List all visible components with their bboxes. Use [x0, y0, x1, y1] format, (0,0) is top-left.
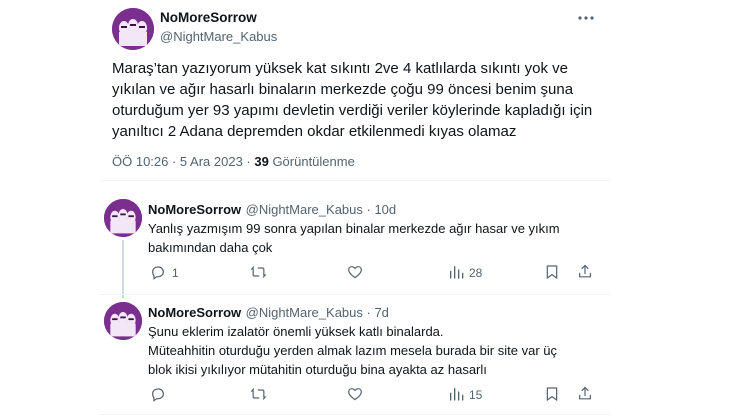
reply-2-views-count: 15: [469, 388, 483, 402]
reply-2-avatar[interactable]: [104, 302, 142, 340]
reply-2-header: NoMoreSorrow @NightMare_Kabus · 7d: [148, 304, 389, 322]
reply-icon[interactable]: [150, 386, 166, 402]
reply-2-display-name[interactable]: NoMoreSorrow: [148, 305, 241, 320]
main-tweet-meta: ÖÖ 10:26 · 5 Ara 2023 · 39 Görüntülenme: [112, 154, 355, 169]
bookmark-icon[interactable]: [545, 264, 559, 280]
heart-icon[interactable]: [347, 386, 363, 402]
retweet-icon[interactable]: [250, 386, 267, 402]
reply-1-text-line: Yanlış yazmışım 99 sonra yapılan binalar…: [148, 221, 560, 236]
share-icon[interactable]: [577, 263, 593, 280]
main-tweet-handle[interactable]: @NightMare_Kabus: [160, 29, 277, 44]
reply-1-reply-count: 1: [172, 266, 179, 280]
main-tweet-views-count: 39: [254, 154, 269, 169]
views-bar-chart-icon[interactable]: [448, 264, 464, 280]
reply-icon[interactable]: [150, 264, 166, 280]
reply-1-display-name[interactable]: NoMoreSorrow: [148, 202, 241, 217]
heart-icon[interactable]: [347, 264, 363, 280]
main-tweet-views-label: Görüntülenme: [268, 154, 355, 169]
reply-2-handle[interactable]: @NightMare_Kabus: [246, 305, 363, 320]
main-tweet-timestamp[interactable]: ÖÖ 10:26 · 5 Ara 2023 ·: [112, 154, 254, 169]
reply-2-text: Şunu eklerim izalatör önemli yüksek katl…: [148, 322, 557, 379]
bookmark-icon[interactable]: [545, 386, 559, 402]
views-bar-chart-icon[interactable]: [448, 386, 464, 402]
reply-2-text-line: blok ikisi yıkılıyor mütahitin oturduğu …: [148, 362, 487, 377]
reply-1-handle[interactable]: @NightMare_Kabus: [246, 202, 363, 217]
reply-1-views-count: 28: [469, 266, 483, 280]
main-tweet-avatar[interactable]: [112, 8, 154, 50]
main-tweet-text-line: yıkılan ve ağır hasarlı binaların merkez…: [112, 81, 574, 98]
main-tweet-text-line: oturduğum yer 93 yapımı devletin verdiği…: [112, 102, 593, 119]
main-tweet-text-line: Maraş’tan yazıyorum yüksek kat sıkıntı 2…: [112, 60, 569, 77]
reply-1-text: Yanlış yazmışım 99 sonra yapılan binalar…: [148, 219, 560, 257]
reply-1-age[interactable]: · 10d: [363, 202, 397, 217]
reply-1-text-line: bakımından daha çok: [148, 240, 273, 255]
reply-2-age[interactable]: · 7d: [363, 305, 389, 320]
reply-1-avatar[interactable]: [104, 199, 142, 237]
reply-1-header: NoMoreSorrow @NightMare_Kabus · 10d: [148, 201, 396, 219]
retweet-icon[interactable]: [250, 264, 267, 280]
more-horizontal-icon[interactable]: [576, 10, 596, 26]
main-tweet-display-name[interactable]: NoMoreSorrow: [160, 10, 257, 25]
bottom-divider: [100, 414, 610, 415]
main-tweet-text-line: yanıltıcı 2 Adana depremden okdar etkile…: [112, 123, 517, 140]
reply-2-text-line: Müteahhitin oturduğu yerden almak lazım …: [148, 343, 557, 358]
share-icon[interactable]: [577, 385, 593, 402]
main-tweet-divider: [100, 180, 610, 181]
thread-connector-line: [122, 240, 124, 298]
main-tweet-text: Maraş’tan yazıyorum yüksek kat sıkıntı 2…: [112, 58, 593, 142]
reply-divider: [100, 294, 610, 295]
reply-2-text-line: Şunu eklerim izalatör önemli yüksek katl…: [148, 324, 444, 339]
